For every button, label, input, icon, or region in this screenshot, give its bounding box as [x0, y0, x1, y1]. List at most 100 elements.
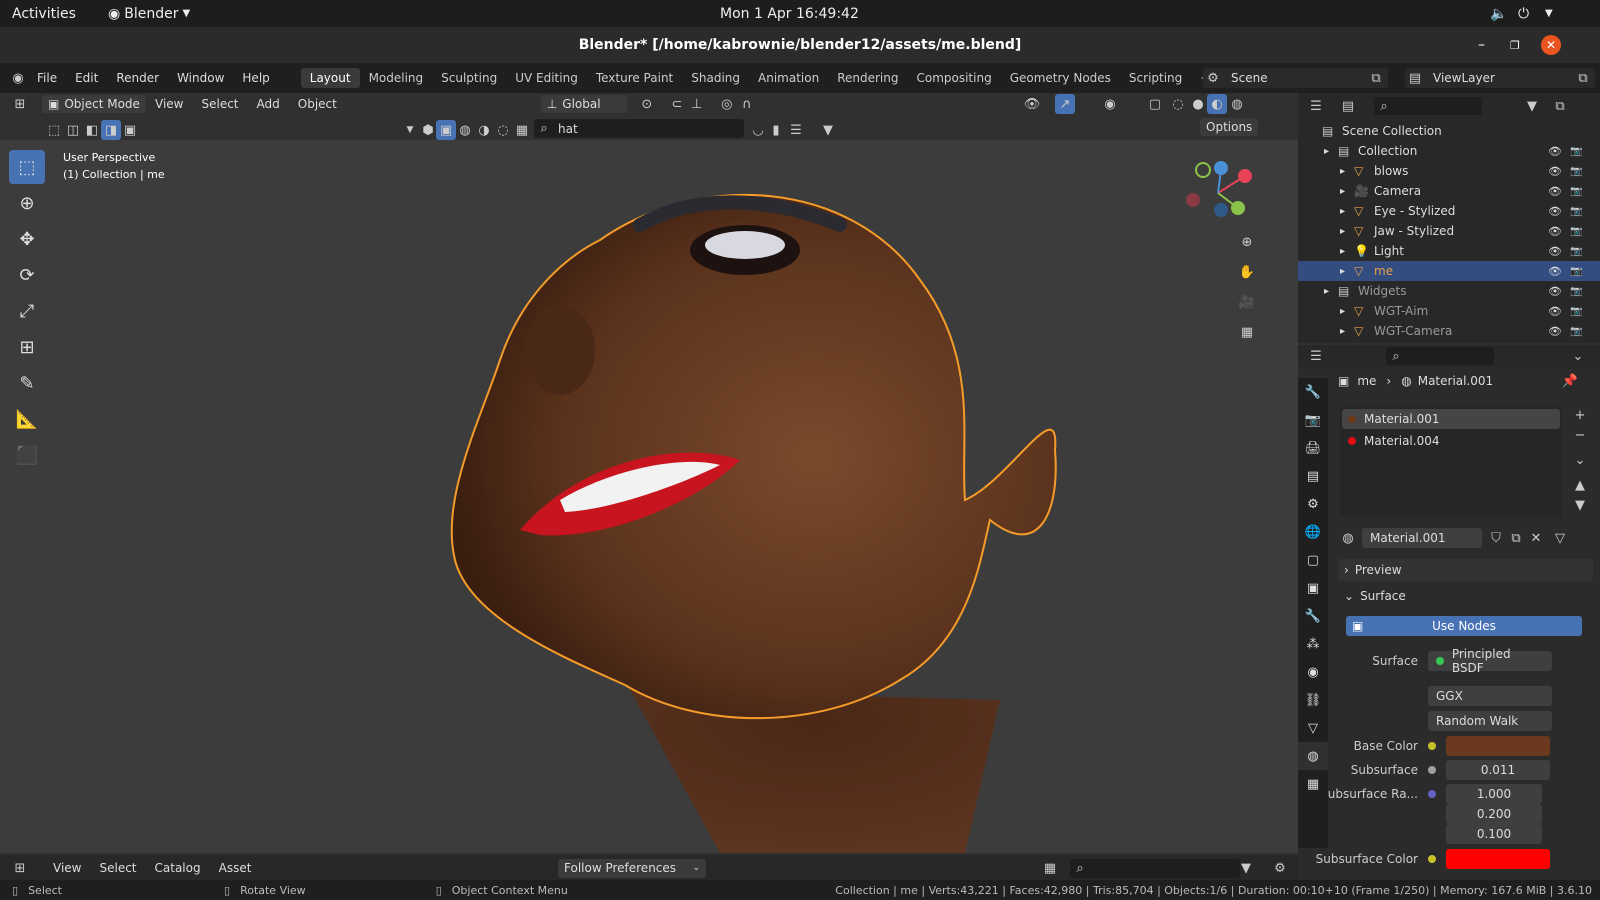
menu-add[interactable]: Add: [248, 97, 289, 111]
falloff-icon[interactable]: ∩: [737, 94, 757, 114]
base-color-swatch[interactable]: [1446, 736, 1550, 756]
scale-tool-icon[interactable]: ⤢: [9, 294, 45, 328]
display-mode-icon[interactable]: ▤: [1338, 96, 1358, 116]
rendered-shading-icon[interactable]: ◍: [1227, 94, 1247, 114]
measure-tool-icon[interactable]: 📐: [9, 402, 45, 436]
move-tool-icon[interactable]: ✥: [9, 222, 45, 256]
menu-object[interactable]: Object: [289, 97, 346, 111]
material-tab-icon[interactable]: ◍: [1298, 742, 1328, 770]
fake-user-icon[interactable]: ⛉: [1486, 528, 1506, 548]
render-camera-icon[interactable]: 📷: [1570, 166, 1582, 177]
view-layer-tab-icon[interactable]: ▤: [1298, 462, 1328, 490]
radius-z-field[interactable]: 0.100: [1446, 824, 1542, 844]
pivot-icon[interactable]: ⊙: [637, 94, 657, 114]
visibility-eye-icon[interactable]: 👁: [1548, 185, 1562, 198]
filter-sphere-icon[interactable]: ◍: [455, 120, 475, 140]
visibility-eye-icon[interactable]: 👁: [1548, 145, 1562, 158]
new-viewlayer-icon[interactable]: ⧉: [1573, 68, 1593, 88]
duplicate-icon[interactable]: ⧉: [1506, 528, 1526, 548]
tab-modeling[interactable]: Modeling: [360, 68, 433, 88]
subsurface-field[interactable]: 0.011: [1446, 760, 1550, 780]
material-name-field[interactable]: Material.001: [1362, 528, 1482, 548]
viewlayer-selector[interactable]: ▤ ViewLayer ⧉: [1405, 68, 1595, 88]
preview-panel-header[interactable]: › Preview: [1338, 559, 1593, 581]
visibility-eye-icon[interactable]: 👁: [1548, 225, 1562, 238]
outliner-search-input[interactable]: ⌕: [1374, 97, 1482, 115]
volume-icon[interactable]: 🔈: [1490, 6, 1507, 22]
filter-icon[interactable]: ▼: [1236, 858, 1256, 878]
power-icon[interactable]: ⏻: [1518, 6, 1529, 22]
ortho-grid-icon[interactable]: ▦: [1237, 322, 1257, 342]
use-nodes-button[interactable]: ▣ Use Nodes: [1346, 616, 1582, 636]
outliner-row[interactable]: ▸ ▽ WGT-Camera 👁 📷: [1298, 321, 1600, 341]
editor-type-icon[interactable]: ⊞: [10, 858, 30, 878]
gear-icon[interactable]: ⚙: [1270, 858, 1290, 878]
particles-tab-icon[interactable]: ⁂: [1298, 630, 1328, 658]
tab-compositing[interactable]: Compositing: [907, 68, 1000, 88]
visibility-eye-icon[interactable]: 👁: [1548, 305, 1562, 318]
zoom-icon[interactable]: ⊕: [1237, 232, 1257, 252]
radius-x-field[interactable]: 1.000: [1446, 784, 1542, 804]
expand-arrow-icon[interactable]: ▸: [1340, 246, 1354, 257]
tab-uv-editing[interactable]: UV Editing: [506, 68, 587, 88]
properties-search-input[interactable]: ⌕: [1386, 347, 1494, 365]
constraints-tab-icon[interactable]: ⛓: [1298, 686, 1328, 714]
chevron-down-icon[interactable]: ⌄: [1570, 450, 1590, 470]
render-camera-icon[interactable]: 📷: [1570, 146, 1582, 157]
visibility-icon[interactable]: 👁: [1022, 94, 1042, 114]
transform-tool-icon[interactable]: ⊞: [9, 330, 45, 364]
menu-select[interactable]: Select: [192, 97, 247, 111]
unlink-icon[interactable]: ✕: [1526, 528, 1546, 548]
tab-texture-paint[interactable]: Texture Paint: [587, 68, 682, 88]
move-up-icon[interactable]: ▲: [1570, 475, 1590, 495]
select-invert-icon[interactable]: ◨: [101, 120, 121, 140]
expand-arrow-icon[interactable]: ▸: [1340, 266, 1354, 277]
3d-viewport[interactable]: User Perspective (1) Collection | me ⊕ ✋…: [0, 140, 1298, 853]
minimize-icon[interactable]: –: [1478, 37, 1485, 53]
visibility-eye-icon[interactable]: 👁: [1548, 205, 1562, 218]
chevron-down-icon[interactable]: ▼: [400, 120, 420, 140]
expand-arrow-icon[interactable]: ▸: [1340, 326, 1354, 337]
visibility-eye-icon[interactable]: 👁: [1548, 265, 1562, 278]
browse-material-icon[interactable]: ◍: [1338, 528, 1358, 548]
texture-tab-icon[interactable]: ▦: [1298, 770, 1328, 798]
maximize-icon[interactable]: ❐: [1510, 39, 1520, 52]
bookmark-icon[interactable]: ▮: [766, 120, 786, 140]
render-camera-icon[interactable]: 📷: [1570, 246, 1582, 257]
render-camera-icon[interactable]: 📷: [1570, 226, 1582, 237]
render-tab-icon[interactable]: 📷: [1298, 406, 1328, 434]
menu-render[interactable]: Render: [107, 71, 168, 85]
surface-panel-header[interactable]: ⌄ Surface: [1338, 585, 1593, 607]
physics-tab-icon[interactable]: ◉: [1298, 658, 1328, 686]
float-socket-icon[interactable]: [1428, 766, 1436, 774]
link-icon[interactable]: ◡: [748, 120, 768, 140]
color-socket-icon[interactable]: [1428, 855, 1436, 863]
menu-select[interactable]: Select: [90, 861, 145, 875]
overlay-icon[interactable]: ◉: [1100, 94, 1120, 114]
move-down-icon[interactable]: ▼: [1570, 495, 1590, 515]
render-camera-icon[interactable]: 📷: [1570, 186, 1582, 197]
outliner-row[interactable]: ▸ ▤ Widgets 👁 📷: [1298, 281, 1600, 301]
import-method-dropdown[interactable]: Follow Preferences ⌄: [558, 858, 706, 878]
expand-arrow-icon[interactable]: ▸: [1340, 306, 1354, 317]
select-extend-icon[interactable]: ◫: [63, 120, 83, 140]
filter-grid-icon[interactable]: ▦: [512, 120, 532, 140]
menu-asset[interactable]: Asset: [210, 861, 261, 875]
pan-hand-icon[interactable]: ✋: [1237, 262, 1257, 282]
expand-arrow-icon[interactable]: ▸: [1324, 286, 1338, 297]
outliner-row[interactable]: ▸ ▽ me 👁 📷: [1298, 261, 1600, 281]
filter-light-icon[interactable]: ◑: [474, 120, 494, 140]
mode-dropdown[interactable]: ▣ Object Mode: [42, 95, 146, 113]
menu-edit[interactable]: Edit: [66, 71, 107, 85]
select-new-icon[interactable]: ⬚: [44, 120, 64, 140]
expand-arrow-icon[interactable]: ▸: [1340, 166, 1354, 177]
menu-help[interactable]: Help: [233, 71, 278, 85]
asset-search-input[interactable]: ⌕: [1070, 858, 1240, 878]
rotate-tool-icon[interactable]: ⟳: [9, 258, 45, 292]
orientation-dropdown[interactable]: ⊥ Global: [540, 95, 627, 113]
display-mode-icon[interactable]: ☰: [786, 120, 806, 140]
object-type-icon[interactable]: ⬢: [418, 120, 438, 140]
snap-icon[interactable]: ⊂: [667, 94, 687, 114]
render-camera-icon[interactable]: 📷: [1570, 206, 1582, 217]
scene-selector[interactable]: ⚙ Scene ⧉: [1203, 68, 1388, 88]
